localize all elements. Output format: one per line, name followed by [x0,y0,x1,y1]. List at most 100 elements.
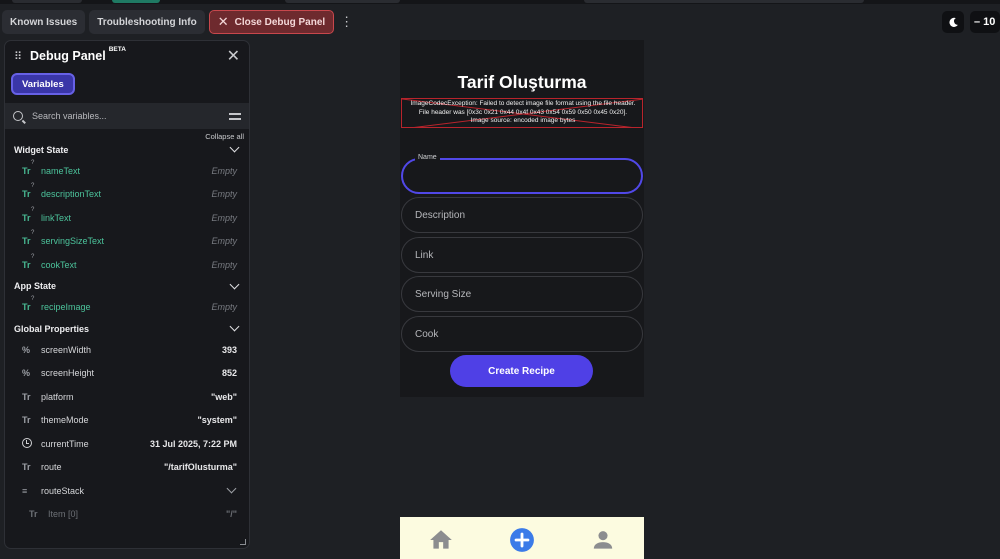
variable-value: Empty [211,259,237,270]
link-placeholder: Link [415,249,434,261]
clock-icon [22,437,36,450]
link-field[interactable]: Link [401,237,643,273]
variable-row[interactable]: Tr? servingSizeText Empty [5,230,249,254]
percent-icon: % [22,344,31,355]
zoom-control[interactable]: – 10 [970,11,1000,33]
variable-row[interactable]: Tr? nameText Empty [5,159,249,183]
variable-row[interactable]: currentTime 31 Jul 2025, 7:22 PM [5,432,249,456]
description-field[interactable]: Description [401,197,643,233]
image-error-box: ImageCodecException: Failed to detect im… [401,98,643,128]
variable-row[interactable]: % screenWidth 393 [5,338,249,362]
variable-name: nameText [41,165,81,176]
resize-handle-icon[interactable] [240,539,246,545]
variable-name: linkText [41,212,72,223]
known-issues-button[interactable]: Known Issues [2,10,86,34]
variable-value: 31 Jul 2025, 7:22 PM [149,438,237,449]
variable-value: Empty [211,189,237,200]
section-title: Widget State [14,144,69,155]
percent-icon: % [22,368,31,379]
collapse-all-link[interactable]: Collapse all [5,129,249,141]
variable-row[interactable]: Tr? descriptionText Empty [5,183,249,207]
variable-value: "/tarifOlusturma" [163,462,237,473]
troubleshooting-info-button[interactable]: Troubleshooting Info [89,10,205,34]
variable-row[interactable]: Tr? cookText Empty [5,253,249,277]
text-type-icon: Tr? [22,206,35,223]
moon-icon [948,17,958,27]
section-global-properties[interactable]: Global Properties [5,319,249,338]
variable-value: 852 [221,368,237,379]
variable-value: Empty [211,212,237,223]
variable-name: Item [0] [48,509,79,520]
variable-row[interactable]: Tr platform "web" [5,385,249,409]
tab-hint-active [112,0,160,3]
variable-name: screenHeight [41,368,95,379]
text-type-icon: Tr [22,391,31,402]
cook-placeholder: Cook [415,328,439,340]
chevron-down-icon [229,321,240,332]
debug-panel: ⠿ Debug PanelBETA ✕ Variables Collapse a… [4,40,250,549]
close-debug-panel-button[interactable]: ✕ Close Debug Panel [208,10,335,34]
variable-name: currentTime [41,438,89,449]
search-input[interactable] [32,111,229,121]
debug-panel-title: Debug Panel BETA [30,45,126,63]
close-icon: ✕ [217,14,229,29]
app-preview: Tarif Oluşturma ImageCodecException: Fai… [400,40,644,397]
variable-value: 393 [221,344,237,355]
serving-size-field[interactable]: Serving Size [401,276,643,312]
list-icon: ≡ [22,485,28,496]
home-icon[interactable] [428,527,454,553]
variable-row[interactable]: ≡ routeStack [5,479,249,503]
search-bar [5,103,249,129]
variable-name: descriptionText [41,189,102,200]
zoom-level: 10 [983,16,996,28]
variable-row[interactable]: Tr? linkText Empty [5,206,249,230]
variable-name: route [41,462,62,473]
page-title: Tarif Oluşturma [457,72,587,92]
close-icon[interactable]: ✕ [227,46,240,66]
variable-row[interactable]: Tr? recipeImage Empty [5,296,249,320]
add-circle-icon[interactable] [509,527,535,553]
variable-row[interactable]: % screenHeight 852 [5,362,249,386]
variable-value: Empty [211,165,237,176]
close-debug-panel-label: Close Debug Panel [234,16,326,28]
variable-row[interactable]: Tr themeMode "system" [5,409,249,433]
variables-tab[interactable]: Variables [11,73,75,95]
section-title: Global Properties [14,323,90,334]
beta-badge: BETA [108,45,126,53]
text-type-icon: Tr? [22,230,35,247]
bottom-nav-bar [400,517,644,559]
name-field-label: Name [415,154,440,161]
section-widget-state[interactable]: Widget State [5,140,249,159]
theme-toggle-button[interactable] [942,11,964,33]
drag-handle-icon[interactable]: ⠿ [14,50,26,63]
error-message: ImageCodecException: Failed to detect im… [410,100,636,124]
variable-value: Empty [211,302,237,313]
text-type-icon: Tr? [22,183,35,200]
text-type-icon: Tr [22,415,31,426]
variable-row[interactable]: Tr route "/tarifOlusturma" [5,456,249,480]
variable-value: "/" [225,509,237,520]
zoom-out-icon[interactable]: – [974,16,980,28]
create-recipe-button[interactable]: Create Recipe [450,355,593,387]
section-app-state[interactable]: App State [5,277,249,296]
chevron-down-icon [229,279,240,289]
variable-value: "web" [210,391,237,402]
cook-field[interactable]: Cook [401,316,643,352]
variable-name: themeMode [41,415,89,426]
variable-name: servingSizeText [41,236,105,247]
text-type-icon: Tr [22,462,31,473]
variable-value: Empty [211,236,237,247]
more-options-icon[interactable]: ⋮ [340,14,353,30]
chevron-down-icon [229,142,240,153]
tab-hint [584,0,864,3]
variable-value: "system" [197,415,237,426]
text-type-icon: Tr? [22,296,35,313]
person-icon[interactable] [590,527,616,553]
variable-name: cookText [41,259,77,270]
debug-panel-header: ⠿ Debug Panel BETA ✕ [5,41,249,71]
tab-hint [285,0,400,3]
variable-row[interactable]: Tr Item [0] "/" [5,503,249,527]
variable-name: screenWidth [41,344,92,355]
name-field[interactable]: Name [401,154,643,194]
filter-icon[interactable] [229,111,241,121]
